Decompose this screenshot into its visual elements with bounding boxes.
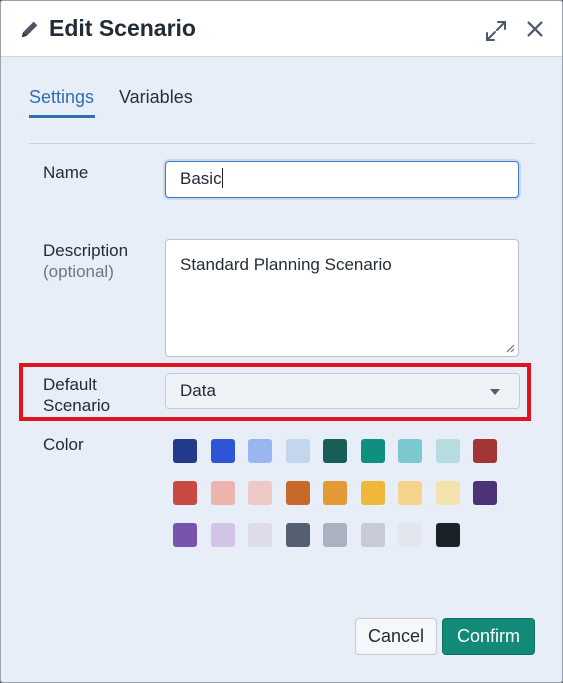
color-swatch[interactable] bbox=[173, 523, 197, 547]
color-swatch[interactable] bbox=[435, 439, 460, 463]
default-scenario-label-line1: Default bbox=[43, 375, 97, 394]
color-swatch[interactable] bbox=[435, 481, 460, 505]
dialog-header: Edit Scenario bbox=[1, 1, 562, 57]
tab-variables[interactable]: Variables bbox=[119, 87, 193, 108]
color-swatch[interactable] bbox=[435, 523, 460, 547]
name-field[interactable]: Basic bbox=[165, 161, 519, 198]
color-swatch[interactable] bbox=[360, 481, 385, 505]
name-value: Basic bbox=[180, 169, 222, 188]
color-swatch[interactable] bbox=[360, 523, 385, 547]
color-swatch[interactable] bbox=[398, 439, 422, 463]
color-swatch[interactable] bbox=[210, 523, 235, 547]
tabs-divider bbox=[29, 143, 535, 144]
description-label: Description (optional) bbox=[43, 240, 128, 282]
color-swatch[interactable] bbox=[248, 439, 272, 463]
description-label-text: Description bbox=[43, 241, 129, 260]
color-swatch[interactable] bbox=[323, 481, 347, 505]
dropdown-caret-icon bbox=[490, 389, 500, 395]
expand-icon[interactable] bbox=[484, 19, 508, 43]
cancel-button[interactable]: Cancel bbox=[355, 618, 437, 655]
color-swatch[interactable] bbox=[323, 439, 347, 463]
dialog-title: Edit Scenario bbox=[49, 15, 196, 41]
color-swatch[interactable] bbox=[360, 439, 385, 463]
active-tab-indicator bbox=[29, 115, 95, 118]
color-swatch[interactable] bbox=[210, 481, 235, 505]
close-icon[interactable] bbox=[524, 18, 546, 40]
tab-settings[interactable]: Settings bbox=[29, 87, 94, 108]
color-swatch[interactable] bbox=[285, 523, 310, 547]
default-scenario-label: Default Scenario bbox=[43, 374, 110, 416]
pencil-icon bbox=[21, 21, 38, 38]
resize-handle-icon[interactable] bbox=[505, 343, 515, 353]
color-swatch[interactable] bbox=[210, 439, 235, 463]
color-swatch[interactable] bbox=[398, 481, 422, 505]
color-swatch[interactable] bbox=[173, 439, 197, 463]
color-swatch[interactable] bbox=[473, 439, 497, 463]
confirm-button[interactable]: Confirm bbox=[442, 618, 535, 655]
description-field[interactable]: Standard Planning Scenario bbox=[165, 239, 519, 357]
color-swatch[interactable] bbox=[248, 523, 272, 547]
color-swatch[interactable] bbox=[323, 523, 347, 547]
color-swatch[interactable] bbox=[248, 481, 272, 505]
color-swatch[interactable] bbox=[173, 481, 197, 505]
color-swatch[interactable] bbox=[473, 481, 497, 505]
name-label: Name bbox=[43, 163, 89, 182]
default-scenario-value: Data bbox=[180, 381, 216, 400]
color-swatch[interactable] bbox=[285, 439, 310, 463]
default-scenario-label-line2: Scenario bbox=[43, 396, 111, 415]
text-caret bbox=[221, 168, 223, 188]
edit-scenario-dialog: Edit Scenario Settings Variables Name Ba… bbox=[0, 0, 563, 683]
color-swatch[interactable] bbox=[398, 523, 422, 547]
description-value: Standard Planning Scenario bbox=[180, 255, 392, 274]
description-optional-text: (optional) bbox=[43, 262, 114, 281]
color-swatch[interactable] bbox=[285, 481, 310, 505]
default-scenario-select[interactable]: Data bbox=[165, 373, 520, 409]
color-label: Color bbox=[43, 435, 84, 454]
